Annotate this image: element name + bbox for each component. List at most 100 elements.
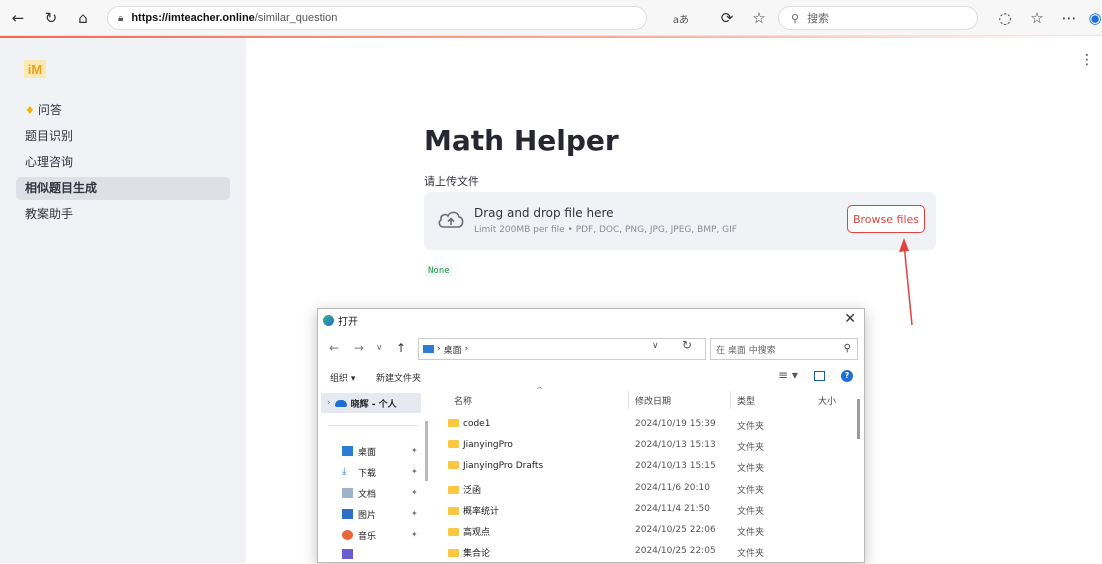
dialog-nav-bar: ← → ∨ ↑ › 桌面 › ∨ ↻ 在 桌面 中搜索 ⚲ <box>318 335 866 361</box>
column-header-date[interactable]: 修改日期 <box>635 394 671 407</box>
nav-item-label: 图片 <box>358 510 377 521</box>
path-separator: › <box>437 344 441 354</box>
path-dropdown-icon[interactable]: ∨ <box>652 341 659 351</box>
pin-icon[interactable]: ✦ <box>411 467 418 476</box>
file-date: 2024/10/25 22:05 <box>635 546 716 556</box>
folder-icon <box>448 419 459 427</box>
file-date: 2024/11/4 21:50 <box>635 504 710 514</box>
edge-logo-icon[interactable]: ◉ <box>1086 9 1102 27</box>
chevron-down-icon[interactable]: ∨ <box>376 343 383 353</box>
folder-icon <box>448 486 459 494</box>
dialog-navigation-pane: › 晓辉 - 个人 桌面 ✦ ⤓ 下载 ✦ 文档 ✦ 图片 ✦ 音乐 ✦ <box>318 389 426 564</box>
back-arrow-icon[interactable]: ← <box>329 341 339 355</box>
pin-icon[interactable]: ✦ <box>411 488 418 497</box>
path-breadcrumb[interactable]: › 桌面 › <box>418 338 706 360</box>
onedrive-personal-item[interactable]: › 晓辉 - 个人 <box>321 393 421 413</box>
column-divider <box>628 391 629 409</box>
file-date: 2024/10/19 15:39 <box>635 419 716 429</box>
folder-icon <box>448 549 459 557</box>
address-bar[interactable]: 🔒︎ https://imteacher.online/similar_ques… <box>107 6 647 30</box>
organize-button[interactable]: 组织 ▾ <box>330 371 355 384</box>
nav-item-downloads[interactable]: ⤓ 下载 <box>342 464 376 480</box>
pin-icon[interactable]: ✦ <box>411 530 418 539</box>
sidebar-item-label: 题目识别 <box>25 129 74 143</box>
pin-icon[interactable]: ✦ <box>411 509 418 518</box>
nav-pane-scrollbar[interactable] <box>425 421 428 481</box>
sidebar-item-counseling[interactable]: 心理咨询 <box>16 151 230 174</box>
search-placeholder: 搜索 <box>807 12 830 25</box>
nav-item-label: 下载 <box>358 468 377 479</box>
divider <box>328 425 418 426</box>
file-row[interactable]: 概率统计 2024/11/4 21:50 文件夹 <box>446 500 856 520</box>
nav-item-label: 文档 <box>358 489 377 500</box>
main-menu-icon[interactable]: ⋮ <box>1080 52 1094 68</box>
up-arrow-icon[interactable]: ↑ <box>396 341 406 355</box>
more-icon[interactable]: ⋯ <box>1060 9 1078 27</box>
close-icon[interactable]: ✕ <box>844 311 856 327</box>
file-row[interactable]: 泛函 2024/11/6 20:10 文件夹 <box>446 479 856 499</box>
file-type: 文件夹 <box>737 507 765 517</box>
sidebar-item-label: 问答 <box>37 103 62 117</box>
upload-label: 请上传文件 <box>424 175 479 188</box>
refresh-icon[interactable]: ↻ <box>682 338 692 352</box>
sidebar-item-lesson-plan[interactable]: 教案助手 <box>16 203 230 226</box>
refresh-icon[interactable]: ↻ <box>42 9 60 27</box>
file-row[interactable]: 高观点 2024/10/25 22:06 文件夹 <box>446 521 856 541</box>
favorite-star-icon[interactable]: ☆ <box>750 9 768 27</box>
nav-item-videos[interactable] <box>342 548 353 560</box>
browser-search-input[interactable]: ⚲ 搜索 <box>778 6 978 30</box>
picture-icon <box>342 509 353 519</box>
url-path: /similar_question <box>254 12 338 24</box>
nav-item-music[interactable]: 音乐 <box>342 527 376 543</box>
back-icon[interactable]: ← <box>9 9 27 27</box>
url-host: https://imteacher.online <box>131 12 255 24</box>
file-row[interactable]: JianyingPro Drafts 2024/10/13 15:15 文件夹 <box>446 457 856 477</box>
expand-chevron-icon: › <box>327 398 331 408</box>
extension-icon[interactable]: ⟳ <box>718 9 736 27</box>
search-icon: ⚲ <box>843 343 851 354</box>
dialog-titlebar: 打开 <box>318 309 864 331</box>
lock-icon: 🔒︎ <box>118 12 124 24</box>
nav-item-label: 桌面 <box>358 447 377 458</box>
translate-icon[interactable]: aあ <box>670 9 692 27</box>
path-segment[interactable]: 桌面 <box>444 343 462 356</box>
file-row[interactable]: code1 2024/10/19 15:39 文件夹 <box>446 415 856 435</box>
file-row[interactable]: JianyingPro 2024/10/13 15:13 文件夹 <box>446 436 856 456</box>
copilot-icon[interactable]: ◌ <box>996 9 1014 27</box>
preview-pane-icon[interactable] <box>814 371 825 381</box>
pin-icon[interactable]: ✦ <box>411 446 418 455</box>
column-header-type[interactable]: 类型 <box>737 394 755 407</box>
file-list-scrollbar[interactable] <box>857 399 860 439</box>
sidebar-item-recognition[interactable]: 题目识别 <box>16 125 230 148</box>
file-open-dialog: 打开 ✕ ← → ∨ ↑ › 桌面 › ∨ ↻ 在 桌面 中搜索 ⚲ 组织 ▾ … <box>317 308 865 563</box>
nav-item-pictures[interactable]: 图片 <box>342 506 376 522</box>
file-type: 文件夹 <box>737 422 765 432</box>
path-separator: › <box>464 344 469 354</box>
new-folder-button[interactable]: 新建文件夹 <box>376 371 421 384</box>
nav-item-documents[interactable]: 文档 <box>342 485 376 501</box>
folder-icon <box>448 507 459 515</box>
dialog-search-input[interactable]: 在 桌面 中搜索 ⚲ <box>710 338 858 360</box>
sidebar-nav: ♦ 问答 题目识别 心理咨询 相似题目生成 教案助手 <box>16 99 230 229</box>
sidebar-item-label: 教案助手 <box>25 207 74 221</box>
help-icon[interactable]: ? <box>841 370 853 382</box>
file-row[interactable]: 集合论 2024/10/25 22:05 文件夹 <box>446 542 856 562</box>
favorites-list-icon[interactable]: ☆ <box>1028 9 1046 27</box>
browse-files-button[interactable]: Browse files <box>847 205 925 233</box>
app-logo: iM <box>24 60 46 78</box>
file-date: 2024/10/13 15:15 <box>635 461 716 471</box>
desktop-icon <box>342 446 353 456</box>
column-header-size[interactable]: 大小 <box>818 394 836 407</box>
forward-arrow-icon[interactable]: → <box>354 341 364 355</box>
search-icon: ⚲ <box>791 11 800 25</box>
file-type: 文件夹 <box>737 486 765 496</box>
column-header-name[interactable]: 名称 <box>454 394 472 407</box>
view-options-icon[interactable]: ≡ ▾ <box>778 368 798 382</box>
sidebar-item-similar-questions[interactable]: 相似题目生成 <box>16 177 230 200</box>
sidebar-item-qa[interactable]: ♦ 问答 <box>16 99 230 122</box>
home-icon[interactable]: ⌂ <box>74 9 92 27</box>
file-dropzone[interactable]: Drag and drop file here Limit 200MB per … <box>424 192 936 250</box>
desktop-icon <box>423 345 434 353</box>
nav-item-desktop[interactable]: 桌面 <box>342 443 376 459</box>
dialog-search-placeholder: 在 桌面 中搜索 <box>716 345 776 356</box>
